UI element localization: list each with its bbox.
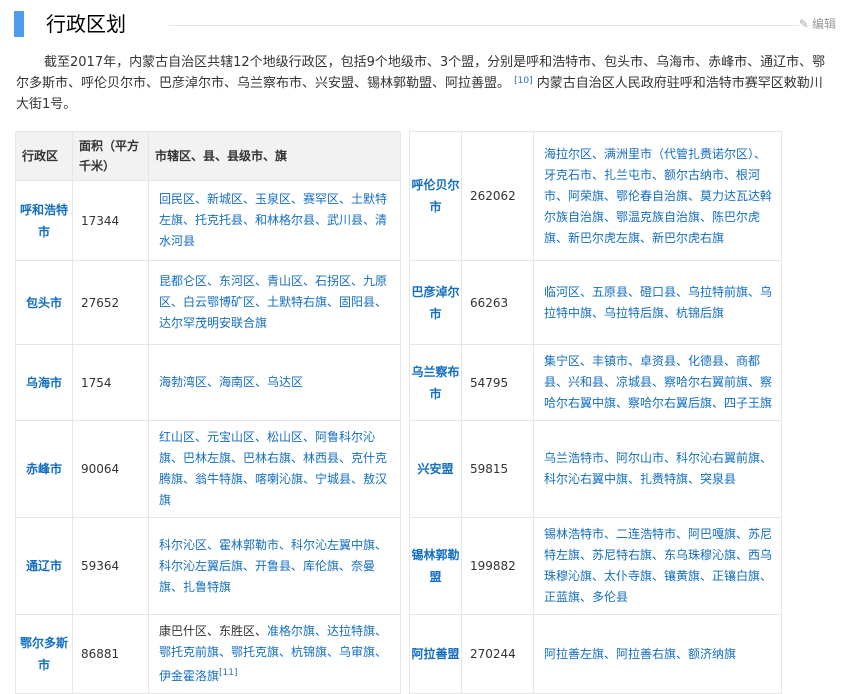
region-area: 262062 (461, 131, 534, 261)
section-accent-bar (14, 11, 24, 37)
region-area: 199882 (461, 517, 534, 615)
region-area: 270244 (461, 614, 534, 694)
region-name[interactable]: 锡林郭勒盟 (409, 517, 462, 615)
region-name[interactable]: 通辽市 (15, 517, 73, 615)
region-districts[interactable]: 阿拉善左旗、阿拉善右旗、额济纳旗 (533, 614, 782, 694)
region-area: 27652 (72, 260, 149, 345)
admin-division-table: 行政区 面积（平方千米） 市辖区、县、县级市、旗 呼伦贝尔市 262062 海拉… (15, 131, 782, 694)
region-name[interactable]: 巴彦淖尔市 (409, 260, 462, 345)
header-divider (169, 25, 799, 26)
region-name[interactable]: 乌海市 (15, 344, 73, 421)
header-region: 行政区 (15, 131, 73, 181)
citation-link[interactable]: [10] (514, 76, 532, 86)
region-name[interactable]: 兴安盟 (409, 420, 462, 518)
section-header: 行政区划 ✎ 编辑 (14, 11, 840, 37)
region-area: 54795 (461, 344, 534, 421)
region-area: 66263 (461, 260, 534, 345)
region-area: 90064 (72, 420, 149, 518)
table-row: 乌海市 1754 海勃湾区、海南区、乌达区 乌兰察布市 54795 集宁区、丰镇… (15, 344, 782, 421)
region-area: 59815 (461, 420, 534, 518)
table-header-row: 行政区 面积（平方千米） 市辖区、县、县级市、旗 呼伦贝尔市 262062 海拉… (15, 131, 782, 261)
region-districts[interactable]: 海勃湾区、海南区、乌达区 (148, 344, 401, 421)
table-row: 包头市 27652 昆都仑区、东河区、青山区、石拐区、九原区、白云鄂博矿区、土默… (15, 260, 782, 345)
region-districts[interactable]: 回民区、新城区、玉泉区、赛罕区、土默特左旗、托克托县、和林格尔县、武川县、清水河… (148, 180, 401, 261)
region-districts[interactable]: 海拉尔区、满洲里市（代管扎赉诺尔区）、牙克石市、扎兰屯市、额尔古纳市、根河市、阿… (533, 131, 782, 261)
region-districts[interactable]: 乌兰浩特市、阿尔山市、科尔沁右翼前旗、科尔沁右翼中旗、扎赉特旗、突泉县 (533, 420, 782, 518)
region-name[interactable]: 呼和浩特市 (15, 180, 73, 261)
pencil-icon: ✎ (798, 17, 809, 31)
region-districts[interactable]: 康巴什区、东胜区、准格尔旗、达拉特旗、鄂托克前旗、鄂托克旗、杭锦旗、乌审旗、伊金… (148, 614, 401, 694)
region-districts[interactable]: 锡林浩特市、二连浩特市、阿巴嘎旗、苏尼特左旗、苏尼特右旗、东乌珠穆沁旗、西乌珠穆… (533, 517, 782, 615)
table-row: 鄂尔多斯市 86881 康巴什区、东胜区、准格尔旗、达拉特旗、鄂托克前旗、鄂托克… (15, 614, 782, 694)
citation-link[interactable]: [11] (219, 668, 237, 678)
region-name[interactable]: 乌兰察布市 (409, 344, 462, 421)
intro-paragraph: 截至2017年，内蒙古自治区共辖12个地级行政区，包括9个地级市、3个盟，分别是… (16, 52, 832, 115)
districts-plain-text: 康巴什区、东胜区、 (159, 624, 268, 638)
region-name[interactable]: 阿拉善盟 (409, 614, 462, 694)
edit-label: 编辑 (811, 17, 836, 31)
edit-link[interactable]: ✎ 编辑 (799, 15, 836, 32)
region-name[interactable]: 包头市 (15, 260, 73, 345)
region-districts[interactable]: 临河区、五原县、磴口县、乌拉特前旗、乌拉特中旗、乌拉特后旗、杭锦后旗 (533, 260, 782, 345)
region-area: 59364 (72, 517, 149, 615)
region-districts[interactable]: 集宁区、丰镇市、卓资县、化德县、商都县、兴和县、凉城县、察哈尔右翼前旗、察哈尔右… (533, 344, 782, 421)
region-area: 17344 (72, 180, 149, 261)
region-name[interactable]: 鄂尔多斯市 (15, 614, 73, 694)
region-area: 1754 (72, 344, 149, 421)
region-area: 86881 (72, 614, 149, 694)
region-name[interactable]: 赤峰市 (15, 420, 73, 518)
region-name[interactable]: 呼伦贝尔市 (409, 131, 462, 261)
header-districts: 市辖区、县、县级市、旗 (148, 131, 401, 181)
section-title: 行政区划 (46, 12, 126, 36)
table-row: 通辽市 59364 科尔沁区、霍林郭勒市、科尔沁左翼中旗、科尔沁左翼后旗、开鲁县… (15, 517, 782, 615)
header-area: 面积（平方千米） (72, 131, 149, 181)
region-districts[interactable]: 昆都仑区、东河区、青山区、石拐区、九原区、白云鄂博矿区、土默特右旗、固阳县、达尔… (148, 260, 401, 345)
region-districts[interactable]: 科尔沁区、霍林郭勒市、科尔沁左翼中旗、科尔沁左翼后旗、开鲁县、库伦旗、奈曼旗、扎… (148, 517, 401, 615)
table-row: 赤峰市 90064 红山区、元宝山区、松山区、阿鲁科尔沁旗、巴林左旗、巴林右旗、… (15, 420, 782, 518)
region-districts[interactable]: 红山区、元宝山区、松山区、阿鲁科尔沁旗、巴林左旗、巴林右旗、林西县、克什克腾旗、… (148, 420, 401, 518)
